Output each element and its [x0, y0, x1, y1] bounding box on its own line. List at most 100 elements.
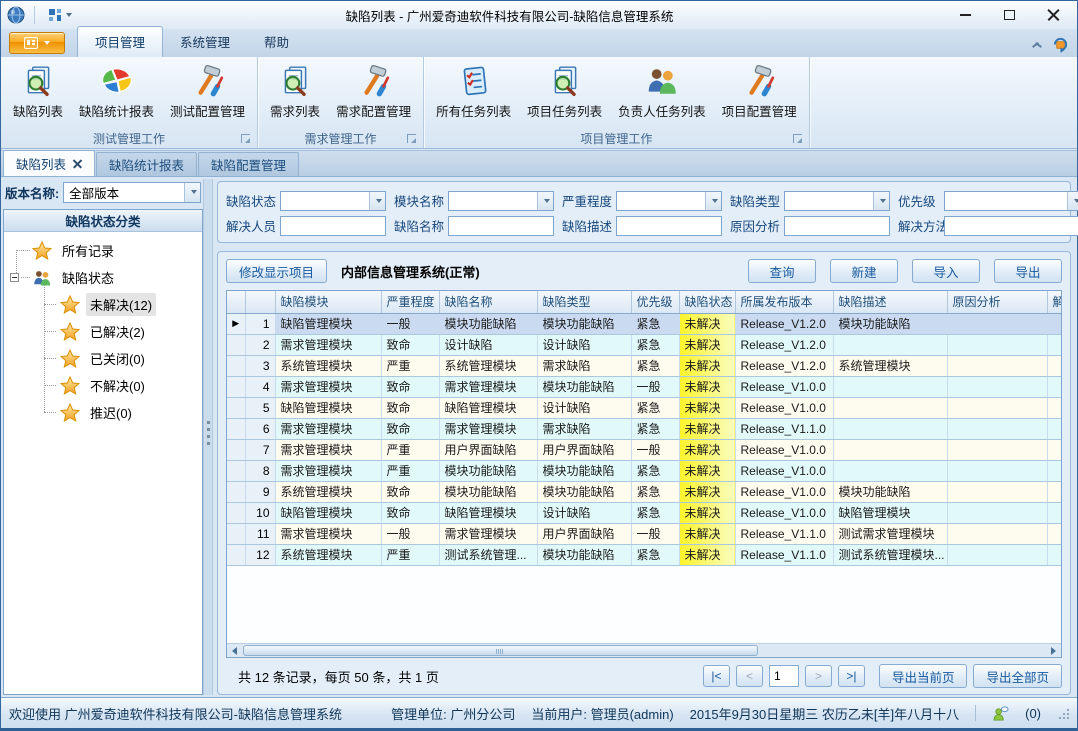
scroll-left-button[interactable] [227, 644, 242, 657]
export-all-pages-button[interactable]: 导出全部页 [973, 664, 1062, 688]
table-row[interactable]: 10缺陷管理模块致命缺陷管理模块设计缺陷紧急未解决Release_V1.0.0缺… [227, 502, 1061, 523]
table-row[interactable]: 2需求管理模块致命设计缺陷设计缺陷紧急未解决Release_V1.2.0 [227, 334, 1061, 355]
column-header[interactable]: 原因分析 [947, 291, 1047, 313]
page-number-input[interactable] [769, 665, 799, 687]
scrollbar-track[interactable] [242, 644, 1046, 657]
dropdown-button[interactable] [873, 192, 889, 210]
maximize-button[interactable] [987, 2, 1031, 28]
ribbon-tab-system[interactable]: 系统管理 [163, 27, 247, 57]
tree-item-wontfix[interactable]: 不解决(0) [4, 372, 202, 399]
dropdown-button[interactable] [1067, 192, 1078, 210]
column-header[interactable]: 优先级 [631, 291, 679, 313]
version-dropdown[interactable]: 全部版本 [63, 182, 201, 203]
minimize-button[interactable] [943, 2, 987, 28]
panel-splitter[interactable] [203, 179, 213, 695]
export-button[interactable]: 导出 [994, 259, 1062, 283]
table-row[interactable]: 8需求管理模块严重模块功能缺陷模块功能缺陷紧急未解决Release_V1.0.0 [227, 460, 1061, 481]
cause-analysis-input[interactable] [784, 216, 890, 236]
column-header[interactable]: 解决 [1047, 291, 1061, 313]
table-row[interactable]: 7需求管理模块严重用户界面缺陷用户界面缺陷一般未解决Release_V1.0.0 [227, 439, 1061, 460]
table-cell: 一般 [381, 523, 439, 544]
ribbon-tab-help[interactable]: 帮助 [247, 27, 306, 57]
doc-tab-defect-report[interactable]: 缺陷统计报表 [96, 152, 197, 176]
tab-close-icon[interactable] [73, 159, 82, 168]
export-current-page-button[interactable]: 导出当前页 [879, 664, 968, 688]
filter-panel: 缺陷状态 模块名称 严重程度 缺陷类型 优先级 解决人员 缺陷名称 [217, 181, 1071, 243]
column-header[interactable]: 严重程度 [381, 291, 439, 313]
tree-item-closed[interactable]: 已关闭(0) [4, 345, 202, 372]
close-button[interactable] [1031, 2, 1075, 28]
dialog-launcher-icon[interactable] [407, 134, 416, 143]
defect-status-select[interactable] [280, 191, 386, 211]
import-button[interactable]: 导入 [912, 259, 980, 283]
resize-grip-icon[interactable] [1057, 707, 1069, 719]
scroll-right-button[interactable] [1046, 644, 1061, 657]
column-header[interactable]: 缺陷状态 [679, 291, 735, 313]
table-row[interactable]: 11需求管理模块一般需求管理模块用户界面缺陷一般未解决Release_V1.1.… [227, 523, 1061, 544]
new-button[interactable]: 新建 [830, 259, 898, 283]
scrollbar-thumb[interactable] [243, 645, 758, 656]
requirement-config-button[interactable]: 需求配置管理 [328, 60, 419, 122]
defect-desc-input[interactable] [616, 216, 722, 236]
column-header[interactable]: 缺陷模块 [275, 291, 381, 313]
dialog-launcher-icon[interactable] [793, 134, 802, 143]
table-row[interactable]: 5缺陷管理模块致命缺陷管理模块设计缺陷紧急未解决Release_V1.0.0 [227, 397, 1061, 418]
priority-select[interactable] [944, 191, 1078, 211]
application-menu-button[interactable] [9, 32, 65, 54]
owner-tasks-button[interactable]: 负责人任务列表 [610, 60, 714, 122]
defect-type-select[interactable] [784, 191, 890, 211]
table-row[interactable]: 3系统管理模块严重系统管理模块需求缺陷紧急未解决Release_V1.2.0系统… [227, 355, 1061, 376]
doc-tab-defect-list[interactable]: 缺陷列表 [3, 150, 95, 176]
table-row[interactable]: 12系统管理模块严重测试系统管理...模块功能缺陷紧急未解决Release_V1… [227, 544, 1061, 565]
column-header[interactable]: 缺陷类型 [537, 291, 631, 313]
help-icon[interactable] [1052, 36, 1069, 53]
people-icon [645, 64, 679, 98]
defect-report-button[interactable]: 缺陷统计报表 [71, 60, 162, 122]
table-row[interactable]: 9系统管理模块致命模块功能缺陷模块功能缺陷紧急未解决Release_V1.0.0… [227, 481, 1061, 502]
column-header[interactable]: 缺陷描述 [833, 291, 947, 313]
ribbon-tab-project[interactable]: 项目管理 [77, 26, 163, 57]
tree-item-unresolved[interactable]: 未解决(12) [4, 291, 202, 318]
horizontal-scrollbar[interactable] [227, 643, 1061, 657]
tree-item-resolved[interactable]: 已解决(2) [4, 318, 202, 345]
project-tasks-button[interactable]: 项目任务列表 [519, 60, 610, 122]
arrow-right-icon [1051, 647, 1056, 655]
first-page-button[interactable]: |< [703, 665, 730, 687]
collapse-ribbon-icon[interactable] [1032, 42, 1042, 48]
quick-access-toolbar-button[interactable] [44, 6, 76, 24]
tree-item-all-records[interactable]: 所有记录 [4, 237, 202, 264]
solution-input[interactable] [944, 216, 1078, 236]
defect-name-input[interactable] [448, 216, 554, 236]
table-row[interactable]: 6需求管理模块致命需求管理模块需求缺陷紧急未解决Release_V1.1.0 [227, 418, 1061, 439]
module-name-select[interactable] [448, 191, 554, 211]
dropdown-button[interactable] [537, 192, 553, 210]
filter-label: 解决人员 [226, 216, 280, 235]
resolver-input[interactable] [280, 216, 386, 236]
next-page-button[interactable]: > [805, 665, 832, 687]
requirement-list-button[interactable]: 需求列表 [262, 60, 328, 122]
severity-select[interactable] [616, 191, 722, 211]
search-button[interactable]: 查询 [748, 259, 816, 283]
column-header[interactable]: 缺陷名称 [439, 291, 537, 313]
dialog-launcher-icon[interactable] [241, 134, 250, 143]
status-cell: 未解决 [679, 460, 735, 481]
tree-item-defect-status[interactable]: 缺陷状态 [4, 264, 202, 291]
table-row[interactable]: ▶1缺陷管理模块一般模块功能缺陷模块功能缺陷紧急未解决Release_V1.2.… [227, 313, 1061, 334]
dropdown-button[interactable] [184, 183, 200, 202]
tree-item-label: 所有记录 [58, 239, 118, 262]
dropdown-button[interactable] [705, 192, 721, 210]
table-row[interactable]: 4需求管理模块致命需求管理模块模块功能缺陷一般未解决Release_V1.0.0 [227, 376, 1061, 397]
modify-columns-button[interactable]: 修改显示项目 [226, 259, 327, 283]
tree-collapse-icon[interactable] [10, 273, 19, 282]
doc-tab-defect-config[interactable]: 缺陷配置管理 [198, 152, 299, 176]
test-config-button[interactable]: 测试配置管理 [162, 60, 253, 122]
defect-list-button[interactable]: 缺陷列表 [5, 60, 71, 122]
all-tasks-button[interactable]: 所有任务列表 [428, 60, 519, 122]
online-user-icon[interactable] [992, 705, 1009, 722]
project-config-button[interactable]: 项目配置管理 [714, 60, 805, 122]
prev-page-button[interactable]: < [736, 665, 763, 687]
tree-item-postponed[interactable]: 推迟(0) [4, 399, 202, 426]
column-header[interactable]: 所属发布版本 [735, 291, 833, 313]
last-page-button[interactable]: >| [838, 665, 865, 687]
dropdown-button[interactable] [369, 192, 385, 210]
